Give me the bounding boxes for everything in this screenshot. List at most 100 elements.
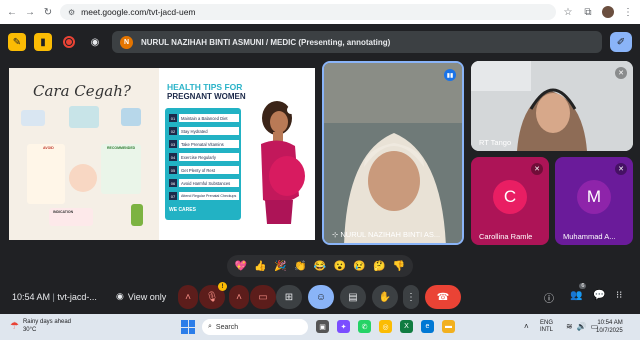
more-options-button[interactable]: ⋮ xyxy=(403,285,419,309)
reaction-thinking-button[interactable]: 🤔 xyxy=(371,258,387,274)
eye-icon: ◉ xyxy=(116,291,124,301)
keyboard-layout: INTL xyxy=(540,327,554,333)
meeting-info: 10:54 AM | tvt-jacd-... xyxy=(12,292,97,302)
windows-taskbar: ☂ Rainy days ahead 30°C ⌕ Search ▣ ✦ ✆ ◎… xyxy=(0,314,640,340)
people-button[interactable]: 👥 6 xyxy=(570,283,587,301)
copilot-icon[interactable]: ✦ xyxy=(337,320,350,333)
start-button[interactable] xyxy=(181,320,195,334)
address-bar[interactable]: ⚙ meet.google.com/tvt-jacd-uem xyxy=(60,4,556,20)
participant-name-text: NURUL NAZIHAH BINTI AS... xyxy=(340,230,441,239)
reload-icon[interactable]: ↻ xyxy=(42,6,54,18)
weather-alert-icon: ☂ xyxy=(10,320,19,332)
captions-button[interactable]: ▤ xyxy=(340,285,366,309)
annotate-tool-icon[interactable]: ✎ xyxy=(8,33,26,51)
activities-button[interactable]: ⁝⁝ xyxy=(616,290,622,301)
tip-label: Maintain a Balanced Diet xyxy=(179,114,239,122)
reaction-thumbs-down-button[interactable]: 👎 xyxy=(391,258,407,274)
recording-button[interactable] xyxy=(60,33,78,51)
reaction-heart-button[interactable]: 💖 xyxy=(233,258,249,274)
tip-label: Avoid Harmful Substances xyxy=(179,179,239,187)
chrome-icon[interactable]: ◎ xyxy=(379,320,392,333)
participant-tile-muhammad[interactable]: M ✕ Muhammad A... xyxy=(555,157,633,245)
view-only-indicator[interactable]: ◉ View only xyxy=(116,291,166,302)
presenter-video xyxy=(324,63,462,243)
taskbar-clock[interactable]: 10:54 AM 10/7/2025 xyxy=(596,320,623,335)
search-placeholder: Search xyxy=(215,323,239,331)
slide-right-panel: HEALTH TIPS FOR PREGNANT WOMEN 01 Maintai… xyxy=(159,68,315,240)
taskbar-search[interactable]: ⌕ Search xyxy=(202,319,308,335)
chat-button[interactable]: 💬 xyxy=(593,290,605,301)
tip-label: Stay Hydrated xyxy=(179,127,239,135)
clock-date: 10/7/2025 xyxy=(596,327,623,334)
participant-tile-carollina[interactable]: C ✕ Carollina Ramle xyxy=(471,157,549,245)
reaction-party-button[interactable]: 🎉 xyxy=(272,258,288,274)
captions-icon: ▤ xyxy=(348,291,358,303)
edge-icon[interactable]: e xyxy=(421,320,434,333)
reaction-clap-button[interactable]: 👏 xyxy=(292,258,308,274)
presentation-slide: Cara Cegah? AVOID RECOMMENDED INDICATION… xyxy=(9,68,315,240)
slide-left-panel: Cara Cegah? AVOID RECOMMENDED INDICATION xyxy=(9,68,159,240)
weather-temp: 30°C xyxy=(22,327,37,333)
illustration-doctor xyxy=(69,106,99,128)
wifi-icon: ≋ xyxy=(566,322,573,331)
avatar: C xyxy=(493,180,527,215)
meet-top-bar: ✎ ▮ ◉ N NURUL NAZIHAH BINTI ASMUNI / MED… xyxy=(0,24,640,60)
leave-call-button[interactable]: ☎ xyxy=(425,285,461,309)
weather-widget[interactable]: ☂ Rainy days ahead 30°C xyxy=(10,318,71,334)
tip-row: 01 Maintain a Balanced Diet xyxy=(169,114,239,122)
meeting-code: tvt-jacd-... xyxy=(57,292,97,302)
chevron-up-icon[interactable]: ˄ xyxy=(524,322,529,331)
emoji-reactions-button[interactable]: ☺ xyxy=(308,285,334,309)
annotation-pen-button[interactable]: ✐ xyxy=(610,32,632,52)
system-tray[interactable]: ≋ 🔊 ▭ xyxy=(566,322,598,331)
site-info-icon[interactable]: ⚙ xyxy=(68,8,75,17)
participant-tile-presenter[interactable]: ▮▮ ⊹ NURUL NAZIHAH BINTI AS... xyxy=(322,61,464,245)
tip-label: Attend Regular Prenatal Checkups xyxy=(179,192,239,200)
more-vert-icon: ⋮ xyxy=(406,291,416,303)
reaction-surprised-button[interactable]: 😮 xyxy=(332,258,348,274)
eye-icon[interactable]: ◉ xyxy=(86,33,104,51)
reaction-laugh-button[interactable]: 😂 xyxy=(312,258,328,274)
reaction-sad-button[interactable]: 😢 xyxy=(351,258,367,274)
present-screen-button[interactable]: ⊞ xyxy=(276,285,302,309)
tip-number: 07 xyxy=(169,192,177,200)
volume-icon: 🔊 xyxy=(576,322,587,331)
camera-options-button[interactable]: ˄ xyxy=(229,285,249,309)
mic-options-button[interactable]: ˄ xyxy=(178,285,198,309)
people-icon: 👥 xyxy=(570,290,583,301)
reaction-thumbs-up-button[interactable]: 👍 xyxy=(253,258,269,274)
extensions-icon[interactable]: ⧉ xyxy=(582,6,594,18)
raise-hand-button[interactable]: ✋ xyxy=(372,285,398,309)
task-view-icon[interactable]: ▣ xyxy=(316,320,329,333)
tip-number: 04 xyxy=(169,153,177,161)
back-icon[interactable]: ← xyxy=(6,6,18,18)
tip-label: Take Prenatal Vitamins xyxy=(179,140,239,148)
tips-panel: 01 Maintain a Balanced Diet 02 Stay Hydrat… xyxy=(165,108,241,220)
tip-row: 04 Exercise Regularly xyxy=(169,153,239,161)
slide-heading: Cara Cegah? xyxy=(33,82,131,100)
mic-off-icon: ✕ xyxy=(615,67,627,79)
excel-icon[interactable]: X xyxy=(400,320,413,333)
mic-off-icon: ✕ xyxy=(615,163,627,175)
camera-toggle-button[interactable]: ▭ xyxy=(250,285,276,309)
file-explorer-icon[interactable]: ▬ xyxy=(442,320,455,333)
browser-toolbar: ← → ↻ ⚙ meet.google.com/tvt-jacd-uem ☆ ⧉… xyxy=(0,0,640,24)
mic-toggle-button[interactable]: 🎙 ! xyxy=(199,282,227,309)
tip-number: 02 xyxy=(169,127,177,135)
pregnant-woman-illustration xyxy=(261,101,305,224)
tip-row: 03 Take Prenatal Vitamins xyxy=(169,140,239,148)
participant-name: Carollina Ramle xyxy=(479,232,533,241)
menu-icon[interactable]: ⋮ xyxy=(622,6,634,18)
forward-icon[interactable]: → xyxy=(24,6,36,18)
layout-icon[interactable]: ▮ xyxy=(34,33,52,51)
weather-headline: Rainy days ahead xyxy=(22,319,72,325)
present-icon: ⊞ xyxy=(284,291,294,303)
search-icon: ⌕ xyxy=(208,323,212,330)
bookmark-star-icon[interactable]: ☆ xyxy=(562,6,574,18)
meeting-details-button[interactable]: ⓘ xyxy=(544,290,554,305)
tip-number: 01 xyxy=(169,114,177,122)
language-indicator[interactable]: ENG INTL xyxy=(540,320,553,334)
profile-avatar[interactable] xyxy=(602,6,614,18)
participant-tile-rt-tango[interactable]: ✕ RT Tango xyxy=(471,61,633,151)
whatsapp-icon[interactable]: ✆ xyxy=(358,320,371,333)
